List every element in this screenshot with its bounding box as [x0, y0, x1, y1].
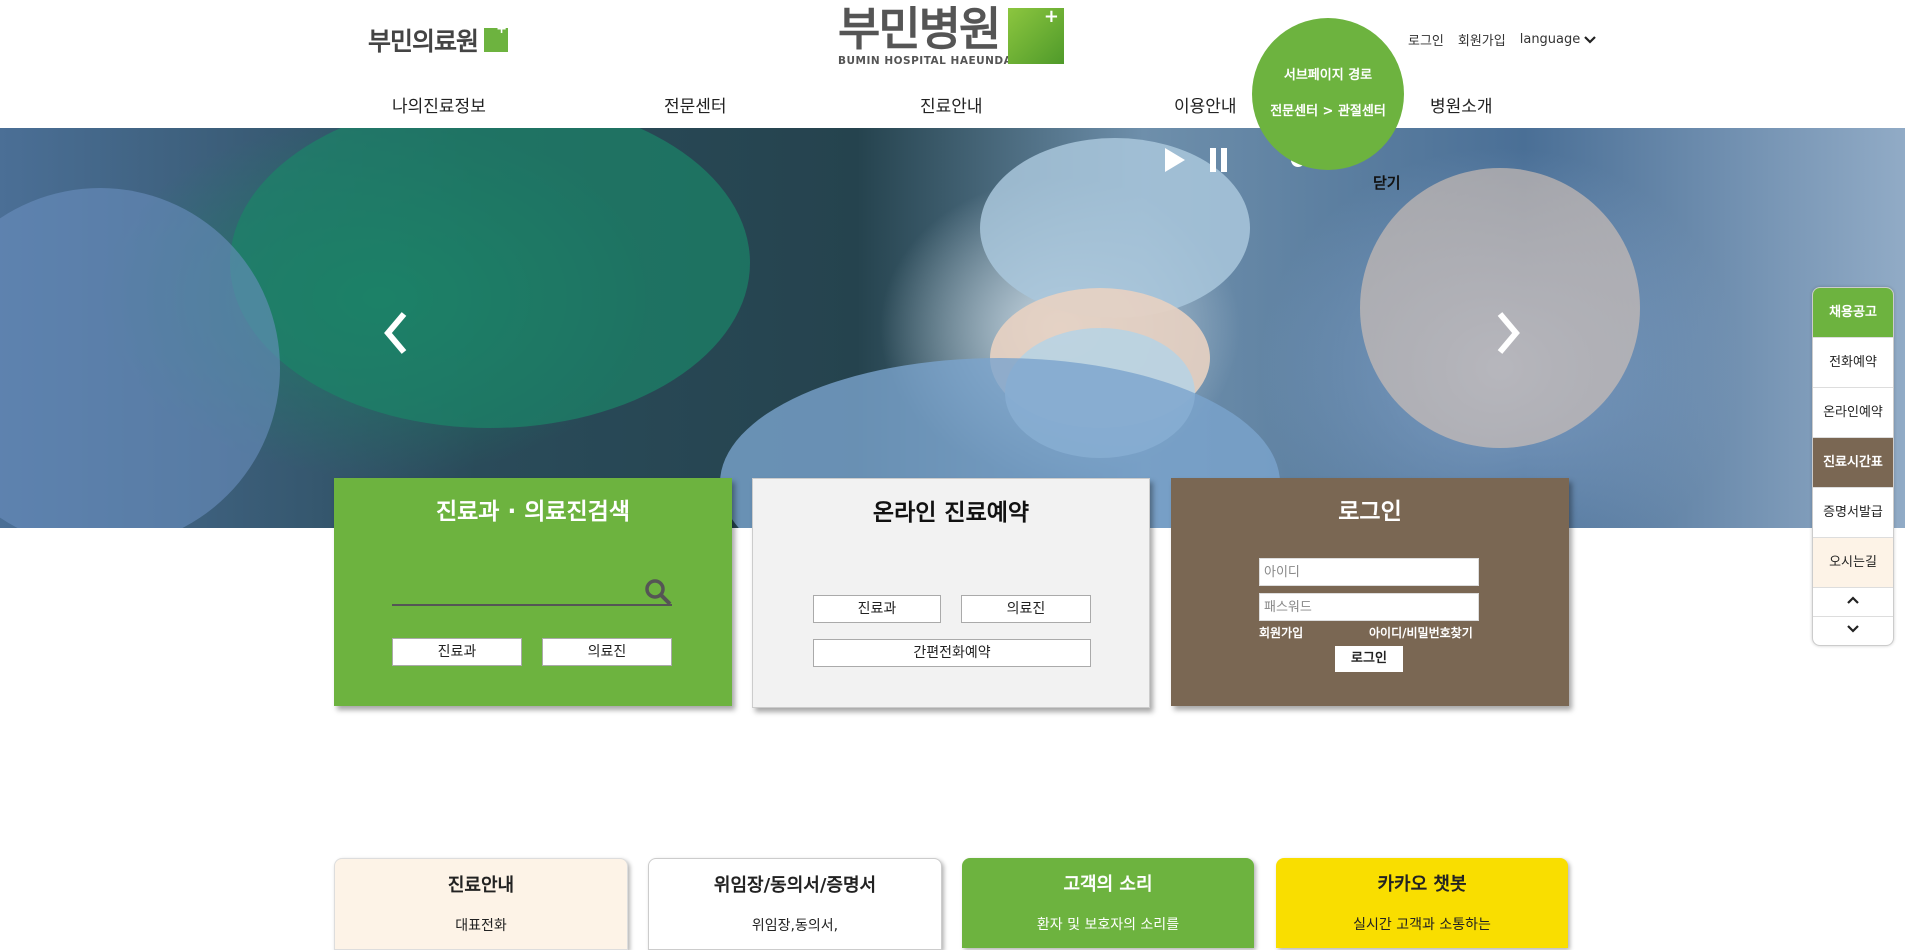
card-documents[interactable]: 위임장/동의서/증명서 위임장,동의서,	[648, 858, 942, 950]
login-submit-button[interactable]: 로그인	[1335, 646, 1403, 672]
card-care-guide[interactable]: 진료안내 대표전화	[334, 858, 628, 950]
card-subtitle: 대표전화	[455, 918, 507, 934]
nav-usage-guide[interactable]: 이용안내	[1174, 92, 1237, 117]
pause-icon[interactable]	[1208, 148, 1230, 172]
online-reservation-panel: 온라인 진료예약 진료과 의료진 간편전화예약	[752, 478, 1150, 708]
quick-recruit[interactable]: 채용공고	[1813, 288, 1893, 338]
quick-menu: 채용공고 전화예약 온라인예약 진료시간표 증명서발급 오시는길	[1812, 287, 1894, 646]
play-icon[interactable]	[1163, 146, 1187, 174]
search-dept-button[interactable]: 진료과	[392, 638, 522, 666]
prev-slide-button[interactable]	[376, 308, 416, 358]
nav-specialty-center[interactable]: 전문센터	[664, 92, 727, 117]
chevron-left-icon	[384, 312, 407, 354]
reserve-panel-title: 온라인 진료예약	[872, 500, 1030, 526]
search-doctor-button[interactable]: 의료진	[542, 638, 672, 666]
phone-reservation-button[interactable]: 간편전화예약	[813, 639, 1091, 667]
quick-certificate[interactable]: 증명서발급	[1813, 488, 1893, 538]
breadcrumb-bubble: 서브페이지 경로 전문센터 > 관절센터	[1252, 18, 1404, 170]
quick-schedule[interactable]: 진료시간표	[1813, 438, 1893, 488]
nav-my-info[interactable]: 나의진료정보	[392, 92, 486, 117]
card-title: 카카오 챗봇	[1377, 874, 1467, 895]
nav-about-hospital[interactable]: 병원소개	[1430, 92, 1493, 117]
chevron-up-icon	[1847, 596, 1859, 604]
search-input[interactable]	[392, 604, 672, 606]
login-link[interactable]: 로그인	[1408, 30, 1444, 49]
password-field[interactable]: 패스워드	[1259, 593, 1479, 621]
login-panel: 로그인 아이디 패스워드 회원가입 아이디/비밀번호찾기 로그인	[1171, 478, 1569, 706]
site-header: 부민의료원 부민병원 BUMIN HOSPITAL HAEUNDAE + 로그인…	[0, 0, 1905, 129]
card-subtitle: 위임장,동의서,	[751, 918, 839, 934]
quick-directions[interactable]: 오시는길	[1813, 538, 1893, 588]
hero-photo-green-scrubs	[230, 128, 750, 428]
logo-english: BUMIN HOSPITAL HAEUNDAE	[838, 55, 1020, 67]
hero-slider: 닫기	[0, 128, 1905, 528]
login-panel-title: 로그인	[1338, 499, 1402, 525]
breadcrumb-title: 서브페이지 경로	[1283, 68, 1373, 83]
nav-care-guide[interactable]: 진료안내	[920, 92, 983, 117]
card-kakao-chatbot[interactable]: 카카오 챗봇 실시간 고객과 소통하는	[1276, 858, 1568, 948]
card-subtitle: 환자 및 보호자의 소리를	[1036, 917, 1180, 933]
language-select[interactable]: language	[1520, 30, 1597, 49]
brand-plus-icon	[484, 22, 509, 52]
quick-phone-reservation[interactable]: 전화예약	[1813, 338, 1893, 388]
main-logo[interactable]: 부민병원 BUMIN HOSPITAL HAEUNDAE +	[838, 2, 1064, 67]
id-field[interactable]: 아이디	[1259, 558, 1479, 586]
brand-left-logo[interactable]: 부민의료원	[368, 22, 509, 58]
chevron-right-icon	[1497, 312, 1520, 354]
breadcrumb-path[interactable]: 전문센터 > 관절센터	[1252, 100, 1404, 119]
logo-plus-icon: +	[1008, 6, 1064, 64]
quick-scroll-up-button[interactable]	[1813, 588, 1893, 617]
join-link[interactable]: 회원가입	[1458, 30, 1506, 49]
reserve-doctor-button[interactable]: 의료진	[961, 595, 1091, 623]
reserve-dept-button[interactable]: 진료과	[813, 595, 941, 623]
logo-korean: 부민병원	[838, 2, 1001, 56]
quick-scroll-down-button[interactable]	[1813, 617, 1893, 645]
card-title: 위임장/동의서/증명서	[713, 875, 877, 896]
dept-doctor-search-panel: 진료과 · 의료진검색 진료과 의료진	[334, 478, 732, 706]
utility-nav: 로그인 회원가입 language	[1408, 30, 1597, 49]
quick-online-reservation[interactable]: 온라인예약	[1813, 388, 1893, 438]
join-link[interactable]: 회원가입	[1259, 624, 1303, 641]
find-account-link[interactable]: 아이디/비밀번호찾기	[1369, 624, 1473, 641]
card-subtitle: 실시간 고객과 소통하는	[1353, 917, 1491, 933]
card-title: 고객의 소리	[1063, 874, 1153, 895]
language-label: language	[1519, 32, 1581, 47]
next-slide-button[interactable]	[1488, 308, 1528, 358]
chevron-down-icon	[1584, 35, 1597, 44]
slider-close-label[interactable]: 닫기	[1373, 172, 1401, 193]
brand-left-text: 부민의료원	[368, 27, 479, 56]
chevron-down-icon	[1847, 625, 1859, 633]
search-panel-title: 진료과 · 의료진검색	[435, 499, 631, 525]
search-icon[interactable]	[644, 578, 672, 606]
card-title: 진료안내	[447, 875, 515, 896]
card-customer-voice[interactable]: 고객의 소리 환자 및 보호자의 소리를	[962, 858, 1254, 948]
